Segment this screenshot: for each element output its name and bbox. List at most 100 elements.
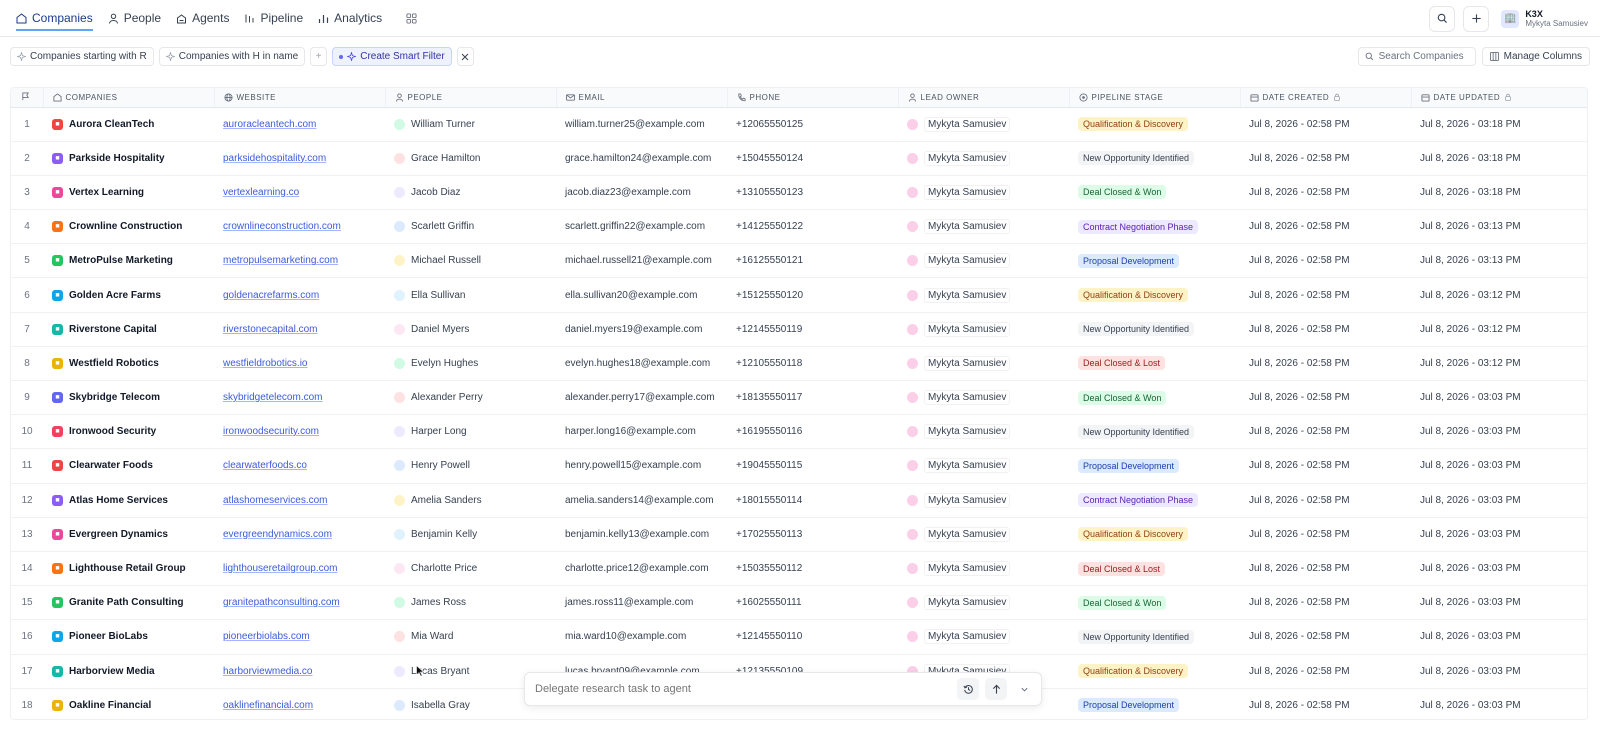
website-link[interactable]: clearwaterfoods.co bbox=[223, 460, 307, 471]
table-row[interactable]: 5 ■ MetroPulse Marketing metropulsemarketin… bbox=[11, 243, 1587, 279]
company-cell[interactable]: ■ Westfield Robotics bbox=[43, 346, 214, 382]
website-link[interactable]: crownlineconstruction.com bbox=[223, 221, 341, 232]
website-cell[interactable]: westfieldrobotics.io bbox=[214, 346, 385, 382]
website-cell[interactable]: crownlineconstruction.com bbox=[214, 209, 385, 245]
website-link[interactable]: harborviewmedia.co bbox=[223, 666, 313, 677]
company-cell[interactable]: ■ Pioneer BioLabs bbox=[43, 619, 214, 655]
website-link[interactable]: pioneerbiolabs.com bbox=[223, 631, 310, 642]
column-header-people[interactable]: PEOPLE bbox=[385, 88, 557, 108]
pipeline-stage-cell[interactable]: Proposal Development bbox=[1069, 448, 1240, 484]
email-cell[interactable]: mia.ward10@example.com bbox=[556, 619, 727, 655]
nav-item-companies[interactable]: Companies bbox=[16, 0, 93, 37]
website-link[interactable]: parksidehospitality.com bbox=[223, 153, 326, 164]
person-cell[interactable]: Harper Long bbox=[385, 414, 556, 450]
lead-owner-cell[interactable]: Mykyta Samusiev bbox=[898, 585, 1069, 621]
add-icon[interactable] bbox=[1463, 5, 1490, 32]
table-row[interactable]: 1 ■ Aurora CleanTech auroracleantech.com Wil… bbox=[11, 107, 1587, 142]
phone-cell[interactable]: +12065550125 bbox=[727, 107, 898, 142]
email-cell[interactable]: grace.hamilton24@example.com bbox=[556, 141, 727, 176]
lead-owner-cell[interactable]: Mykyta Samusiev bbox=[898, 175, 1069, 211]
company-cell[interactable]: ■ Aurora CleanTech bbox=[43, 107, 214, 142]
phone-cell[interactable]: +12105550118 bbox=[727, 346, 898, 382]
lead-owner-cell[interactable]: Mykyta Samusiev bbox=[898, 346, 1069, 382]
pipeline-stage-cell[interactable]: Deal Closed & Lost bbox=[1069, 551, 1240, 587]
lead-owner-cell[interactable]: Mykyta Samusiev bbox=[898, 277, 1069, 313]
user-menu[interactable]: 🏢 K3X Mykyta Samusiev bbox=[1501, 9, 1588, 29]
company-cell[interactable]: ■ Atlas Home Services bbox=[43, 483, 214, 518]
email-cell[interactable]: benjamin.kelly13@example.com bbox=[556, 517, 727, 552]
table-row[interactable]: 6 ■ Golden Acre Farms goldenacrefarms.com El… bbox=[11, 277, 1587, 313]
table-row[interactable]: 11 ■ Clearwater Foods clearwaterfoods.co Hen… bbox=[11, 448, 1587, 484]
apps-grid-icon[interactable] bbox=[401, 8, 421, 28]
email-cell[interactable]: harper.long16@example.com bbox=[556, 414, 727, 450]
company-cell[interactable]: ■ Crownline Construction bbox=[43, 209, 214, 245]
website-cell[interactable]: pioneerbiolabs.com bbox=[214, 619, 385, 655]
pipeline-stage-cell[interactable]: Deal Closed & Lost bbox=[1069, 346, 1240, 382]
column-header-companies[interactable]: COMPANIES bbox=[43, 88, 215, 108]
person-cell[interactable]: Scarlett Griffin bbox=[385, 209, 556, 245]
table-row[interactable]: 9 ■ Skybridge Telecom skybridgetelecom.com A… bbox=[11, 380, 1587, 416]
website-cell[interactable]: lighthouseretailgroup.com bbox=[214, 551, 385, 587]
lead-owner-cell[interactable]: Mykyta Samusiev bbox=[898, 448, 1069, 484]
filter-chip-h[interactable]: Companies with H in name bbox=[158, 47, 306, 66]
pipeline-stage-cell[interactable]: New Opportunity Identified bbox=[1069, 312, 1240, 347]
company-cell[interactable]: ■ Skybridge Telecom bbox=[43, 380, 214, 416]
website-cell[interactable]: skybridgetelecom.com bbox=[214, 380, 385, 416]
table-row[interactable]: 12 ■ Atlas Home Services atlashomeservices.… bbox=[11, 483, 1587, 518]
phone-cell[interactable]: +15125550120 bbox=[727, 277, 898, 313]
send-button[interactable] bbox=[985, 678, 1007, 700]
table-row[interactable]: 2 ■ Parkside Hospitality parksidehospitalit… bbox=[11, 141, 1587, 176]
phone-cell[interactable]: +13105550123 bbox=[727, 175, 898, 211]
person-cell[interactable]: Benjamin Kelly bbox=[385, 517, 556, 552]
phone-cell[interactable]: +12145550110 bbox=[727, 619, 898, 655]
company-cell[interactable]: ■ Lighthouse Retail Group bbox=[43, 551, 214, 587]
company-cell[interactable]: ■ Evergreen Dynamics bbox=[43, 517, 214, 552]
nav-item-agents[interactable]: Agents bbox=[176, 0, 229, 37]
company-cell[interactable]: ■ MetroPulse Marketing bbox=[43, 243, 214, 279]
delegate-task-input[interactable] bbox=[535, 683, 935, 695]
email-cell[interactable]: scarlett.griffin22@example.com bbox=[556, 209, 727, 245]
search-companies-input[interactable]: Search Companies bbox=[1357, 47, 1476, 66]
lead-owner-cell[interactable]: Mykyta Samusiev bbox=[898, 243, 1069, 279]
create-smart-filter-button[interactable]: Create Smart Filter bbox=[332, 47, 452, 66]
company-cell[interactable]: ■ Oakline Financial bbox=[43, 688, 214, 719]
website-link[interactable]: evergreendynamics.com bbox=[223, 529, 332, 540]
company-cell[interactable]: ■ Golden Acre Farms bbox=[43, 277, 214, 313]
pipeline-stage-cell[interactable]: New Opportunity Identified bbox=[1069, 619, 1240, 655]
website-link[interactable]: riverstonecapital.com bbox=[223, 324, 317, 335]
website-cell[interactable]: evergreendynamics.com bbox=[214, 517, 385, 552]
column-header-lead-owner[interactable]: LEAD OWNER bbox=[898, 88, 1070, 108]
website-link[interactable]: metropulsemarketing.com bbox=[223, 255, 338, 266]
website-cell[interactable]: goldenacrefarms.com bbox=[214, 277, 385, 313]
email-cell[interactable]: jacob.diaz23@example.com bbox=[556, 175, 727, 211]
email-cell[interactable]: ella.sullivan20@example.com bbox=[556, 277, 727, 313]
manage-columns-button[interactable]: Manage Columns bbox=[1481, 47, 1590, 66]
person-cell[interactable]: Jacob Diaz bbox=[385, 175, 556, 211]
pipeline-stage-cell[interactable]: Qualification & Discovery bbox=[1069, 654, 1240, 689]
email-cell[interactable]: alexander.perry17@example.com bbox=[556, 380, 727, 416]
pipeline-stage-cell[interactable]: Contract Negotiation Phase bbox=[1069, 209, 1240, 245]
pipeline-stage-cell[interactable]: Qualification & Discovery bbox=[1069, 517, 1240, 552]
phone-cell[interactable]: +16195550116 bbox=[727, 414, 898, 450]
person-cell[interactable]: Daniel Myers bbox=[385, 312, 556, 347]
column-header-website[interactable]: WEBSITE bbox=[214, 88, 386, 108]
website-cell[interactable]: clearwaterfoods.co bbox=[214, 448, 385, 484]
person-cell[interactable]: Mia Ward bbox=[385, 619, 556, 655]
table-row[interactable]: 13 ■ Evergreen Dynamics evergreendynamics.c… bbox=[11, 517, 1587, 552]
email-cell[interactable]: william.turner25@example.com bbox=[556, 107, 727, 142]
website-cell[interactable]: oaklinefinancial.com bbox=[214, 688, 385, 719]
table-row[interactable]: 15 ■ Granite Path Consulting granitepathcon… bbox=[11, 585, 1587, 621]
email-cell[interactable]: henry.powell15@example.com bbox=[556, 448, 727, 484]
website-cell[interactable]: vertexlearning.co bbox=[214, 175, 385, 211]
phone-cell[interactable]: +16025550111 bbox=[727, 585, 898, 621]
website-cell[interactable]: harborviewmedia.co bbox=[214, 654, 385, 689]
phone-cell[interactable]: +15045550124 bbox=[727, 141, 898, 176]
website-link[interactable]: oaklinefinancial.com bbox=[223, 700, 313, 711]
lead-owner-cell[interactable]: Mykyta Samusiev bbox=[898, 483, 1069, 518]
person-cell[interactable]: Alexander Perry bbox=[385, 380, 556, 416]
expand-button[interactable] bbox=[1013, 678, 1035, 700]
website-link[interactable]: westfieldrobotics.io bbox=[223, 358, 307, 369]
pipeline-stage-cell[interactable]: Proposal Development bbox=[1069, 688, 1240, 719]
email-cell[interactable]: amelia.sanders14@example.com bbox=[556, 483, 727, 518]
person-cell[interactable]: William Turner bbox=[385, 107, 556, 142]
